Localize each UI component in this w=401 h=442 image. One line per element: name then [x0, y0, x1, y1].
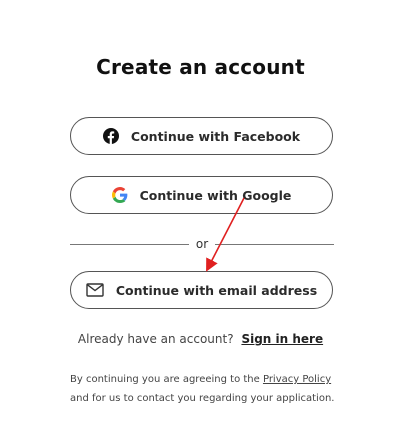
google-button-label: Continue with Google — [139, 187, 292, 203]
email-button-label: Continue with email address — [115, 282, 318, 298]
envelope-icon — [86, 283, 104, 297]
divider-line-right — [215, 243, 334, 245]
privacy-policy-link[interactable]: Privacy Policy — [263, 374, 331, 385]
legal-notice: By continuing you are agreeing to the Pr… — [70, 370, 340, 408]
signin-prompt-text: Already have an account? — [77, 332, 234, 346]
signup-page: Create an account Continue with Facebook… — [0, 0, 401, 442]
google-icon — [111, 187, 128, 203]
continue-with-facebook-button[interactable]: Continue with Facebook — [70, 117, 333, 155]
facebook-button-label: Continue with Facebook — [130, 128, 301, 144]
facebook-icon — [102, 128, 119, 144]
legal-prefix-text: By continuing you are agreeing to the — [70, 374, 260, 385]
divider-or-text: or — [195, 237, 209, 251]
signin-prompt-row: Already have an account? Sign in here — [0, 332, 401, 346]
divider-line-left — [70, 243, 189, 245]
continue-with-email-button[interactable]: Continue with email address — [70, 271, 333, 309]
legal-suffix-text: and for us to contact you regarding your… — [70, 393, 335, 404]
continue-with-google-button[interactable]: Continue with Google — [70, 176, 333, 214]
or-divider: or — [70, 236, 334, 252]
sign-in-link[interactable]: Sign in here — [241, 332, 323, 346]
page-title: Create an account — [96, 55, 305, 79]
